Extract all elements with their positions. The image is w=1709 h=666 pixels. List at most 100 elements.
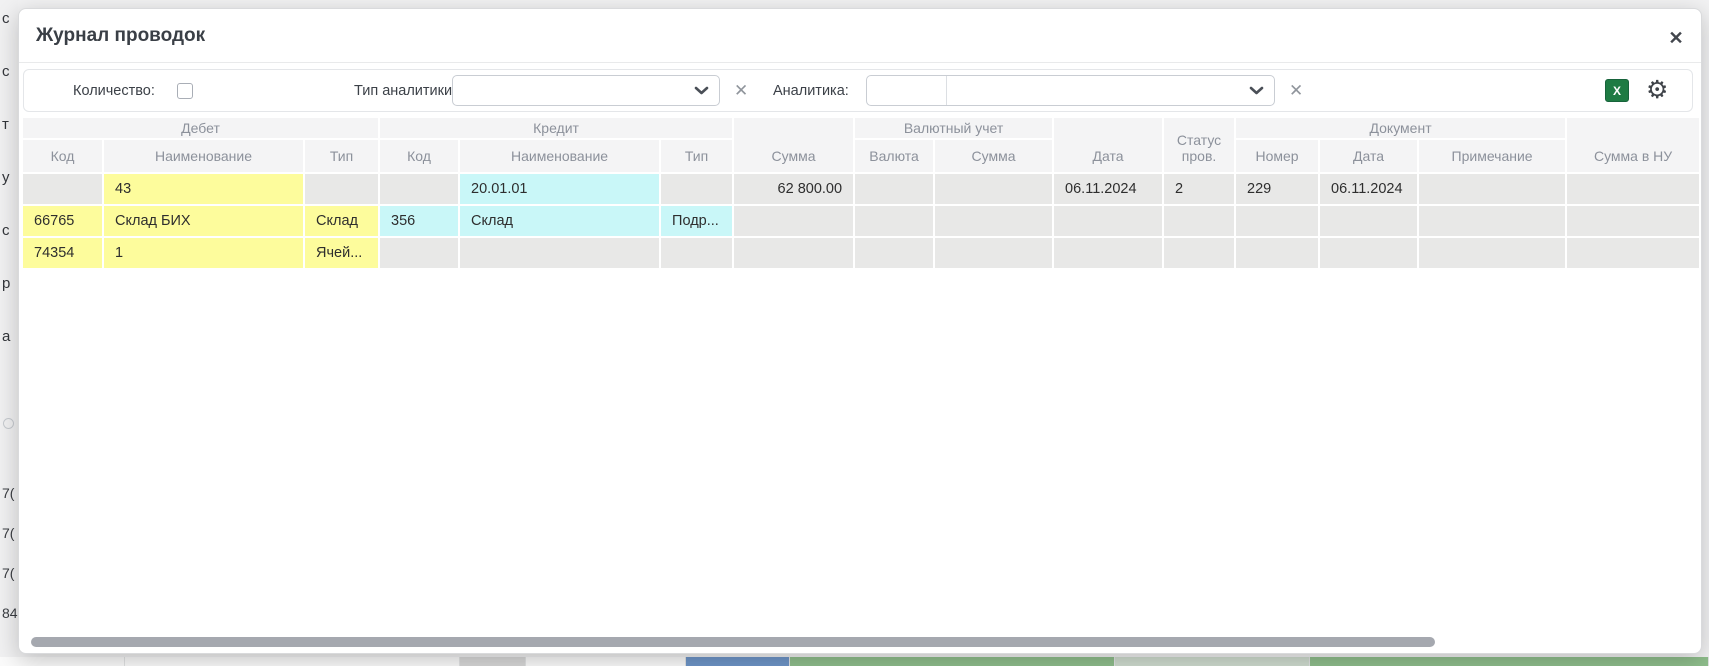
background-cell [125,657,460,666]
cell-date[interactable]: 06.11.2024 [1054,174,1163,204]
clear-icon[interactable]: ✕ [1289,82,1303,99]
cell-currency[interactable] [855,206,934,236]
analytics-clear-wrap: ✕ [1289,70,1303,111]
cell-credit-code[interactable] [380,174,459,204]
col-header-note: Примечание [1419,140,1566,172]
journal-table: Дебет Кредит Сумма Валютный учет Дата Ст… [21,116,1702,270]
cell-tax-amount[interactable] [1567,206,1700,236]
cell-credit-code[interactable] [380,238,459,268]
excel-export-button[interactable]: X [1605,79,1629,102]
background-text-fragment: с [2,63,10,80]
background-cell [0,657,125,666]
cell-currency[interactable] [855,174,934,204]
cell-tax-amount[interactable] [1567,238,1700,268]
cell-note[interactable] [1419,238,1566,268]
background-text-fragment: р [2,275,11,292]
quantity-checkbox[interactable] [177,82,193,99]
close-icon[interactable]: ✕ [1665,27,1687,49]
col-header-currency: Валюта [855,140,934,172]
chevron-down-icon [694,86,709,95]
horizontal-scrollbar[interactable] [31,637,1435,647]
cell-status[interactable] [1164,238,1235,268]
col-header-status: Статус пров. [1164,118,1235,172]
quantity-label: Количество: [73,82,155,99]
background-cell [1310,657,1709,666]
analytics-type-label: Тип аналитики: [354,82,457,99]
col-header-credit-name: Наименование [460,140,660,172]
analytics-code-input[interactable] [867,76,947,105]
quantity-checkbox-wrap [177,70,193,111]
cell-currency[interactable] [855,238,934,268]
col-header-currency-amount: Сумма [935,140,1053,172]
cell-debit-type[interactable]: Склад [305,206,379,236]
col-header-credit-code: Код [380,140,459,172]
cell-debit-code[interactable]: 74354 [23,238,102,268]
col-header-doc-date: Дата [1320,140,1418,172]
cell-credit-name[interactable] [460,238,660,268]
dialog-title: Журнал проводок [36,25,206,46]
analytics-select[interactable] [947,76,1274,105]
col-header-debit-type: Тип [305,140,379,172]
cell-amount[interactable] [734,238,854,268]
cell-doc-number[interactable] [1236,206,1319,236]
cell-debit-type[interactable]: Ячей... [305,238,379,268]
background-text-fragment: с [2,10,10,27]
cell-credit-code[interactable]: 356 [380,206,459,236]
cell-doc-date[interactable]: 06.11.2024 [1320,174,1418,204]
background-text-fragment: с [2,222,10,239]
col-header-date: Дата [1054,118,1163,172]
group-header-credit: Кредит [380,118,733,138]
cell-note[interactable] [1419,206,1566,236]
background-text-fragment: 84 [2,605,18,621]
clear-icon[interactable]: ✕ [734,82,748,99]
background-cell [460,657,526,666]
cell-currency-amount[interactable] [935,206,1053,236]
table-row: 74354 1 Ячей... [23,238,1700,268]
background-text-fragment: у [2,169,10,186]
cell-debit-code[interactable] [23,174,102,204]
cell-currency-amount[interactable] [935,238,1053,268]
cell-status[interactable] [1164,206,1235,236]
cell-debit-type[interactable] [305,174,379,204]
cell-date[interactable] [1054,206,1163,236]
cell-debit-name[interactable]: 43 [104,174,303,204]
background-text-fragment: 7( [2,525,15,541]
cell-note[interactable] [1419,174,1566,204]
background-page-left-strip: с с т у с р а 7( 7( 7( 84 [0,0,18,666]
cell-doc-number[interactable]: 229 [1236,174,1319,204]
table-row: 66765 Склад БИХ Склад 356 Склад Подр... [23,206,1700,236]
cell-amount[interactable]: 62 800.00 [734,174,854,204]
cell-currency-amount[interactable] [935,174,1053,204]
table-row: 43 20.01.01 62 800.00 06.11.2024 2 229 0… [23,174,1700,204]
cell-credit-type[interactable]: Подр... [661,206,733,236]
background-cell [686,657,790,666]
analytics-type-select[interactable] [452,75,720,106]
journal-dialog: Журнал проводок ✕ Количество: Тип аналит… [18,8,1702,654]
cell-doc-number[interactable] [1236,238,1319,268]
cell-date[interactable] [1054,238,1163,268]
cell-debit-name[interactable]: 1 [104,238,303,268]
dialog-header: Журнал проводок ✕ [19,9,1701,63]
background-cell [526,657,686,666]
background-cell [1115,657,1310,666]
analytics-type-select-wrap [452,70,720,111]
background-cell [790,657,1115,666]
cell-credit-name[interactable]: 20.01.01 [460,174,660,204]
analytics-type-clear-wrap: ✕ [734,70,748,111]
col-header-doc-number: Номер [1236,140,1319,172]
cell-debit-code[interactable]: 66765 [23,206,102,236]
gear-icon[interactable]: ⚙ [1646,78,1668,103]
cell-amount[interactable] [734,206,854,236]
cell-credit-type[interactable] [661,238,733,268]
col-header-credit-type: Тип [661,140,733,172]
cell-debit-name[interactable]: Склад БИХ [104,206,303,236]
cell-credit-name[interactable]: Склад [460,206,660,236]
quantity-label-wrap: Количество: [73,70,155,111]
cell-status[interactable]: 2 [1164,174,1235,204]
cell-credit-type[interactable] [661,174,733,204]
background-text-fragment: 7( [2,485,15,501]
cell-doc-date[interactable] [1320,238,1418,268]
background-circle-icon [3,418,14,429]
cell-tax-amount[interactable] [1567,174,1700,204]
cell-doc-date[interactable] [1320,206,1418,236]
